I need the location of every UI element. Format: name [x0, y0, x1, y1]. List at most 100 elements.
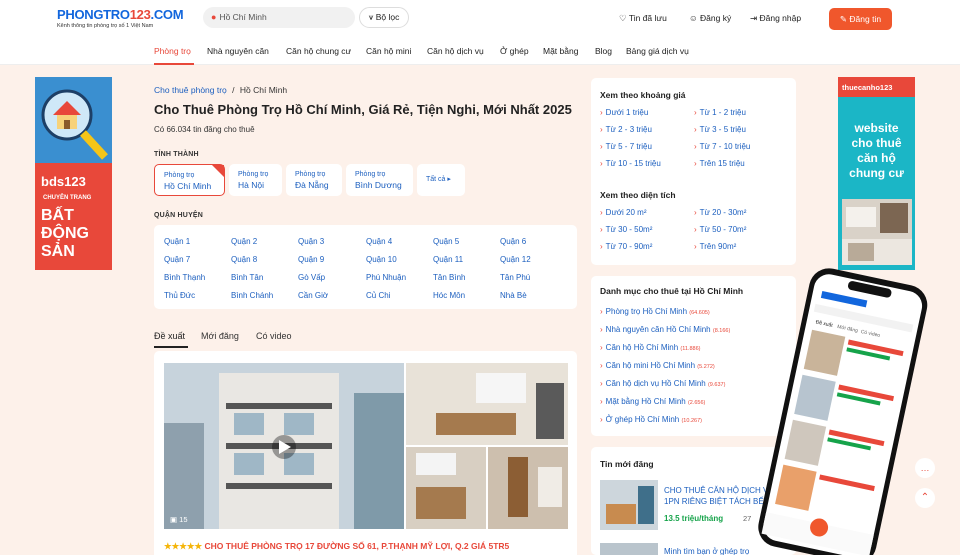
post-label: Đăng tin — [849, 14, 882, 24]
new-post-thumb[interactable] — [600, 480, 658, 530]
banner-line: website — [854, 121, 899, 135]
nav-item[interactable]: Nhà nguyên căn — [207, 46, 269, 56]
nav-item[interactable]: Căn hộ dịch vụ — [427, 46, 484, 56]
tab-recommended[interactable]: Đề xuất — [154, 331, 185, 341]
area-filter-link[interactable]: › Từ 70 - 90m² — [600, 242, 652, 251]
district-link[interactable]: Quận 2 — [231, 237, 257, 246]
city-chip-hanoi[interactable]: Phòng trọ Hà Nội — [229, 164, 282, 196]
district-link[interactable]: Quận 4 — [366, 237, 392, 246]
city-chip-danang[interactable]: Phòng trọ Đà Nẵng — [286, 164, 342, 196]
nav-item[interactable]: Blog — [595, 46, 612, 56]
breadcrumb-root-link[interactable]: Cho thuê phòng trọ — [154, 85, 227, 95]
district-link[interactable]: Quận 8 — [231, 255, 257, 264]
nav-item[interactable]: Ở ghép — [500, 46, 529, 56]
price-filter-link[interactable]: › Từ 2 - 3 triệu — [600, 125, 652, 134]
listing-card[interactable]: ▣ 15 ★★★★★ CHO THUÊ PHÒNG TRỌ 17 ĐƯỜNG S… — [154, 351, 577, 555]
filter-button[interactable]: ⩛ Bộ lọc — [359, 7, 409, 28]
district-link[interactable]: Quận 11 — [433, 255, 463, 264]
listing-title[interactable]: ★★★★★ CHO THUÊ PHÒNG TRỌ 17 ĐƯỜNG SỐ 61,… — [164, 541, 509, 552]
saved-posts-link[interactable]: ♡ Tin đã lưu — [619, 13, 667, 24]
nav-item[interactable]: Căn hộ chung cư — [286, 46, 351, 56]
district-link[interactable]: Phú Nhuận — [366, 273, 406, 282]
district-label: QUẬN HUYỆN — [154, 212, 204, 219]
user-plus-icon: ☺ — [689, 13, 701, 23]
district-link[interactable]: Quận 7 — [164, 255, 190, 264]
price-filter-link[interactable]: › Từ 5 - 7 triệu — [600, 142, 652, 151]
site-logo[interactable]: PHONGTRO123.COM Kênh thông tin phòng trọ… — [57, 7, 184, 29]
price-filter-link[interactable]: › Từ 10 - 15 triệu — [600, 159, 661, 168]
city-chip-hcm[interactable]: Phòng trọ Hồ Chí Minh — [154, 164, 225, 196]
district-link[interactable]: Quận 3 — [298, 237, 324, 246]
district-link[interactable]: Gò Vấp — [298, 273, 325, 282]
banner-line: BẤT — [41, 207, 74, 224]
area-filter-text: Từ 20 - 30m² — [699, 208, 747, 217]
district-link[interactable]: Thủ Đức — [164, 291, 195, 300]
district-link[interactable]: Nhà Bè — [500, 291, 527, 300]
area-filter-link[interactable]: › Từ 50 - 70m² — [694, 225, 746, 234]
district-link[interactable]: Cần Giờ — [298, 291, 328, 300]
city-all-button[interactable]: Tất cả ▸ — [417, 164, 465, 196]
price-filter-link[interactable]: › Từ 7 - 10 triệu — [694, 142, 750, 151]
price-filter-link[interactable]: › Dưới 1 triệu — [600, 108, 648, 117]
district-link[interactable]: Tân Bình — [433, 273, 465, 282]
city-chip-binhduong[interactable]: Phòng trọ Bình Dương — [346, 164, 413, 196]
photo-count: ▣ 15 — [170, 515, 188, 524]
price-filter-link[interactable]: › Trên 15 triệu — [694, 159, 745, 168]
listing-photo-3[interactable] — [406, 447, 486, 529]
district-link[interactable]: Hóc Môn — [433, 291, 465, 300]
district-link[interactable]: Quận 12 — [500, 255, 531, 264]
price-filter-text: Trên 15 triệu — [699, 159, 745, 168]
tab-newest[interactable]: Mới đăng — [201, 331, 239, 341]
nav-item[interactable]: Căn hộ mini — [366, 46, 411, 56]
nav-item[interactable]: Mặt bằng — [543, 46, 578, 56]
thuecanho-banner[interactable]: thuecanho123 website cho thuê căn hộ chu… — [838, 77, 915, 270]
area-filter-link[interactable]: › Từ 30 - 50m² — [600, 225, 652, 234]
new-post-title[interactable]: Minh tìm bạn ở ghép trọ — [664, 547, 749, 555]
category-count: (11.886) — [680, 346, 701, 352]
district-link[interactable]: Quận 1 — [164, 237, 190, 246]
city-name: Hà Nội — [238, 180, 264, 190]
chevron-right-icon: › — [600, 361, 603, 370]
listing-photo-2[interactable] — [406, 363, 568, 445]
bds123-banner[interactable]: bds123 CHUYÊN TRANG BẤT ĐỘNG SẢN — [35, 77, 112, 270]
district-link[interactable]: Tân Phú — [500, 273, 530, 282]
new-post-thumb[interactable] — [600, 543, 658, 555]
nav-item[interactable]: Phòng trọ — [154, 46, 191, 56]
category-link[interactable]: › Mặt bằng Hồ Chí Minh (2.656) — [600, 397, 705, 406]
district-link[interactable]: Quận 5 — [433, 237, 459, 246]
area-filter-text: Từ 30 - 50m² — [605, 225, 653, 234]
nav-active-underline — [154, 63, 194, 65]
district-link[interactable]: Củ Chi — [366, 291, 390, 300]
area-filter-link[interactable]: › Dưới 20 m² — [600, 208, 647, 217]
area-filter-link[interactable]: › Từ 20 - 30m² — [694, 208, 746, 217]
area-filter-link[interactable]: › Trên 90m² — [694, 242, 736, 251]
district-link[interactable]: Bình Tân — [231, 273, 263, 282]
category-link[interactable]: › Căn hộ Hồ Chí Minh (11.886) — [600, 343, 700, 352]
chevron-right-icon: › — [600, 307, 603, 316]
district-link[interactable]: Quận 9 — [298, 255, 324, 264]
price-filter-link[interactable]: › Từ 1 - 2 triệu — [694, 108, 746, 117]
district-link[interactable]: Quận 6 — [500, 237, 526, 246]
listing-photo-4[interactable] — [488, 447, 568, 529]
category-link[interactable]: › Căn hộ dịch vụ Hồ Chí Minh (9.637) — [600, 379, 725, 388]
nav-item[interactable]: Bảng giá dịch vụ — [626, 46, 689, 56]
scroll-top-icon[interactable]: ⌃ — [915, 488, 935, 508]
district-link[interactable]: Quận 10 — [366, 255, 397, 264]
filter-sidebar-box: Xem theo khoảng giá › Dưới 1 triệu › Từ 1 … — [591, 78, 796, 265]
category-link[interactable]: › Phòng trọ Hồ Chí Minh (64.605) — [600, 307, 710, 316]
category-link[interactable]: › Căn hộ mini Hồ Chí Minh (5.272) — [600, 361, 715, 370]
tab-video[interactable]: Có video — [256, 331, 292, 341]
category-link[interactable]: › Ở ghép Hồ Chí Minh (10.267) — [600, 415, 702, 424]
post-listing-button[interactable]: ✎ Đăng tin — [829, 8, 892, 30]
register-link[interactable]: ☺ Đăng ký — [689, 13, 731, 23]
chat-icon[interactable]: … — [915, 458, 935, 478]
district-link[interactable]: Bình Thạnh — [164, 273, 205, 282]
location-selector[interactable]: ● Hồ Chí Minh — [203, 7, 355, 28]
price-filter-link[interactable]: › Từ 3 - 5 triệu — [694, 125, 746, 134]
mobile-app-mockup: Đề xuất Mới đăng Có video — [758, 268, 928, 555]
login-link[interactable]: ⇥ Đăng nhập — [750, 13, 801, 24]
category-link[interactable]: › Nhà nguyên căn Hồ Chí Minh (8.166) — [600, 325, 730, 334]
price-filter-text: Từ 1 - 2 triệu — [699, 108, 746, 117]
district-link[interactable]: Bình Chánh — [231, 291, 273, 300]
listing-main-photo[interactable] — [164, 363, 404, 529]
